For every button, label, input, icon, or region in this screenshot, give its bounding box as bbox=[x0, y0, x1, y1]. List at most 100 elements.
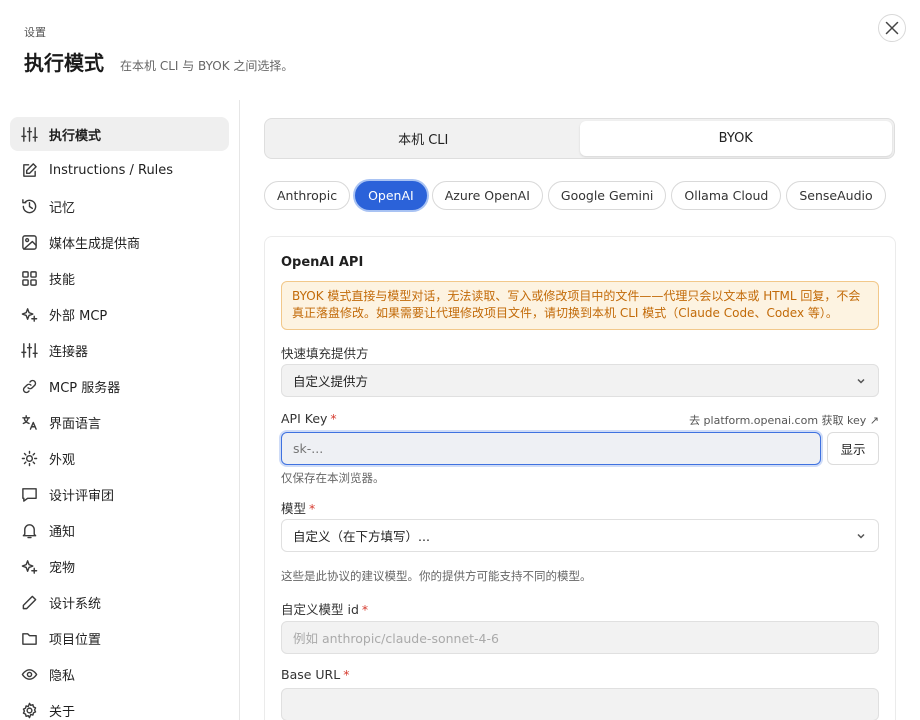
sidebar-item-privacy[interactable]: 隐私 bbox=[10, 657, 229, 691]
sidebar-item-external-mcp[interactable]: 外部 MCP bbox=[10, 297, 229, 331]
pencil-icon bbox=[20, 593, 38, 611]
chat-icon bbox=[20, 485, 38, 503]
provider-chip-google-gemini[interactable]: Google Gemini bbox=[547, 181, 667, 210]
sidebar-item-project-location[interactable]: 项目位置 bbox=[10, 621, 229, 655]
sidebar-item-language[interactable]: 界面语言 bbox=[10, 405, 229, 439]
provider-chip-anthropic[interactable]: Anthropic bbox=[264, 181, 351, 210]
title-row: 执行模式 在本机 CLI 与 BYOK 之间选择。 bbox=[24, 47, 293, 76]
sidebar-item-label: 通知 bbox=[49, 524, 76, 540]
sidebar-item-memory[interactable]: 记忆 bbox=[10, 189, 229, 223]
sidebar-item-design-review[interactable]: 设计评审团 bbox=[10, 477, 229, 511]
base-url-label-text: Base URL bbox=[281, 667, 341, 682]
required-mark: * bbox=[343, 667, 350, 682]
quick-fill-select[interactable]: 自定义提供方 bbox=[281, 364, 879, 397]
sidebar-item-appearance[interactable]: 外观 bbox=[10, 441, 229, 475]
link-icon bbox=[20, 377, 38, 395]
sparkle-icon bbox=[20, 305, 38, 323]
gear-icon bbox=[20, 701, 38, 719]
sidebar-item-design-system[interactable]: 设计系统 bbox=[10, 585, 229, 619]
provider-chip-azure-openai[interactable]: Azure OpenAI bbox=[431, 181, 543, 210]
image-icon bbox=[20, 233, 38, 251]
provider-chip-senseaudio[interactable]: SenseAudio bbox=[786, 181, 886, 210]
custom-model-label: 自定义模型 id * bbox=[281, 599, 368, 618]
sliders-icon bbox=[20, 125, 38, 143]
sidebar-item-skills[interactable]: 技能 bbox=[10, 261, 229, 295]
model-value: 自定义（在下方填写）... bbox=[293, 529, 430, 544]
chevron-down-icon bbox=[857, 378, 865, 384]
sun-icon bbox=[20, 449, 38, 467]
section-title: OpenAI API bbox=[281, 255, 364, 270]
pencil-square-icon bbox=[20, 161, 38, 179]
base-url-label: Base URL * bbox=[281, 667, 349, 682]
mode-option-byok[interactable]: BYOK bbox=[579, 121, 892, 156]
model-label: 模型 * bbox=[281, 498, 315, 517]
base-url-input[interactable] bbox=[281, 688, 879, 720]
sidebar-item-label: Instructions / Rules bbox=[49, 162, 174, 178]
sidebar-item-label: 外观 bbox=[49, 452, 76, 468]
api-key-label-text: API Key bbox=[281, 411, 328, 426]
bell-icon bbox=[20, 521, 38, 539]
sidebar-item-label: 宠物 bbox=[49, 560, 76, 576]
api-key-hint: 仅保存在本浏览器。 bbox=[281, 471, 385, 485]
grid-icon bbox=[20, 269, 38, 287]
custom-model-label-text: 自定义模型 id bbox=[281, 602, 359, 617]
close-button[interactable] bbox=[878, 14, 906, 42]
quick-fill-label: 快速填充提供方 bbox=[281, 346, 369, 361]
sidebar-item-label: 设计评审团 bbox=[49, 488, 115, 504]
api-key-label: API Key * bbox=[281, 411, 337, 426]
api-key-input[interactable] bbox=[281, 432, 821, 465]
sidebar-item-label: 外部 MCP bbox=[49, 308, 108, 324]
sparkle-icon bbox=[20, 557, 38, 575]
sliders-icon bbox=[20, 341, 38, 359]
sidebar-item-label: 执行模式 bbox=[49, 128, 102, 144]
byok-warning-banner: BYOK 模式直接与模型对话，无法读取、写入或修改项目中的文件——代理只会以文本… bbox=[281, 281, 879, 330]
page-title: 执行模式 bbox=[24, 51, 104, 75]
sidebar-item-mcp-servers[interactable]: MCP 服务器 bbox=[10, 369, 229, 403]
sidebar-item-label: 关于 bbox=[49, 704, 76, 720]
model-label-text: 模型 bbox=[281, 501, 307, 516]
sidebar-item-label: 界面语言 bbox=[49, 416, 102, 432]
eye-icon bbox=[20, 665, 38, 683]
provider-chip-openai[interactable]: OpenAI bbox=[355, 181, 427, 210]
page-subtitle: 在本机 CLI 与 BYOK 之间选择。 bbox=[120, 59, 294, 73]
warning-text-line-2: 真正落盘修改。如果需要让代理修改项目文件，请切换到本机 CLI 模式（Claud… bbox=[292, 306, 838, 320]
mode-option-local-cli[interactable]: 本机 CLI bbox=[267, 121, 580, 156]
provider-chip-ollama-cloud[interactable]: Ollama Cloud bbox=[671, 181, 782, 210]
required-mark: * bbox=[330, 411, 337, 426]
required-mark: * bbox=[361, 602, 369, 617]
provider-tabs: Anthropic OpenAI Azure OpenAI Google Gem… bbox=[264, 181, 896, 210]
custom-model-placeholder: 例如 anthropic/claude-sonnet-4-6 bbox=[293, 631, 499, 646]
mode-segmented-control: 本机 CLI BYOK bbox=[264, 118, 895, 159]
sidebar-item-media-providers[interactable]: 媒体生成提供商 bbox=[10, 225, 229, 259]
sidebar-item-label: 连接器 bbox=[49, 344, 89, 360]
sidebar-item-execution-mode[interactable]: 执行模式 bbox=[10, 117, 229, 151]
required-mark: * bbox=[309, 501, 316, 516]
sidebar-item-pets[interactable]: 宠物 bbox=[10, 549, 229, 583]
sidebar-item-label: 技能 bbox=[49, 272, 76, 288]
settings-sidebar: 执行模式 Instructions / Rules 记忆 媒体生成提供商 技能 … bbox=[0, 100, 240, 720]
warning-text-line-1: BYOK 模式直接与模型对话，无法读取、写入或修改项目中的文件——代理只会以文本… bbox=[292, 289, 861, 303]
sidebar-item-label: 设计系统 bbox=[49, 596, 102, 612]
provider-config-card: OpenAI API BYOK 模式直接与模型对话，无法读取、写入或修改项目中的… bbox=[264, 236, 896, 720]
get-key-link[interactable]: 去 platform.openai.com 获取 key ↗ bbox=[689, 412, 879, 428]
model-select[interactable]: 自定义（在下方填写）... bbox=[281, 519, 879, 552]
quick-fill-value: 自定义提供方 bbox=[293, 374, 369, 389]
settings-header: 设置 执行模式 在本机 CLI 与 BYOK 之间选择。 bbox=[24, 24, 293, 76]
sidebar-item-connectors[interactable]: 连接器 bbox=[10, 333, 229, 367]
sidebar-item-label: 记忆 bbox=[49, 200, 76, 216]
model-hint: 这些是此协议的建议模型。你的提供方可能支持不同的模型。 bbox=[281, 569, 592, 583]
sidebar-item-about[interactable]: 关于 bbox=[10, 693, 229, 720]
close-icon bbox=[885, 21, 899, 35]
sidebar-item-label: MCP 服务器 bbox=[49, 380, 121, 396]
main-panel: 本机 CLI BYOK Anthropic OpenAI Azure OpenA… bbox=[264, 118, 896, 720]
translate-icon bbox=[20, 413, 38, 431]
custom-model-input[interactable]: 例如 anthropic/claude-sonnet-4-6 bbox=[281, 621, 879, 654]
sidebar-item-instructions[interactable]: Instructions / Rules bbox=[10, 153, 229, 187]
sidebar-item-notifications[interactable]: 通知 bbox=[10, 513, 229, 547]
chevron-down-icon bbox=[857, 533, 865, 539]
folder-icon bbox=[20, 629, 38, 647]
show-key-button[interactable]: 显示 bbox=[827, 432, 879, 465]
sidebar-item-label: 媒体生成提供商 bbox=[49, 236, 141, 252]
breadcrumb: 设置 bbox=[24, 26, 46, 39]
sidebar-item-label: 项目位置 bbox=[49, 632, 102, 648]
